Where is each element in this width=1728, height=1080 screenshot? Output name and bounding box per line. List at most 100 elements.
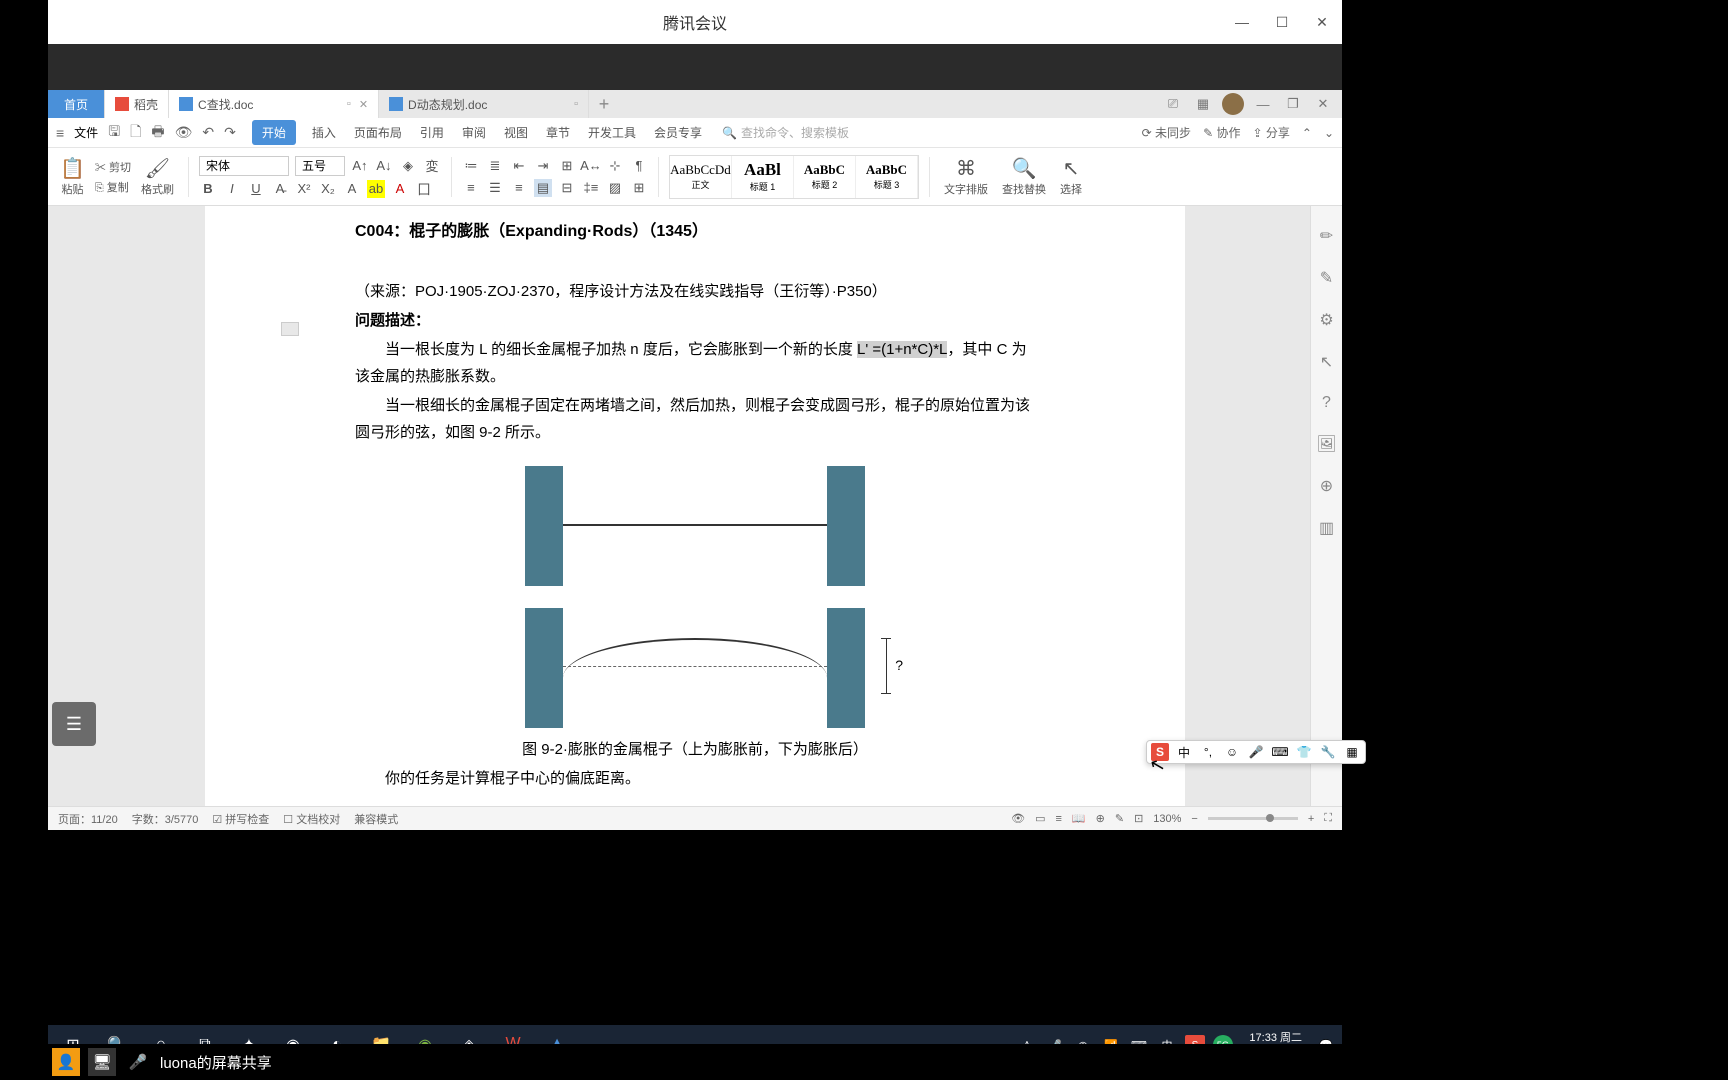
- underline-button[interactable]: U: [247, 180, 265, 198]
- tab-restore-icon[interactable]: ▫: [347, 98, 351, 110]
- number-list-icon[interactable]: ≣: [486, 157, 504, 175]
- sidebar-help-icon[interactable]: ?: [1322, 394, 1331, 412]
- sidebar-pen-icon[interactable]: ✎: [1320, 268, 1333, 288]
- view-write-icon[interactable]: ✎: [1115, 812, 1124, 825]
- word-count[interactable]: 字数：3/5770: [132, 811, 199, 827]
- share-screen-icon[interactable]: 🖥: [88, 1048, 116, 1076]
- tab-doc1[interactable]: C查找.doc ▫ ✕: [169, 90, 379, 118]
- sync-status[interactable]: ⟳ 未同步: [1142, 124, 1191, 141]
- text-layout-group[interactable]: ⌘ 文字排版: [940, 156, 992, 197]
- save-icon[interactable]: 🖫: [108, 121, 120, 145]
- document-page[interactable]: C004：棍子的膨胀（Expanding·Rods）（1345） （来源：POJ…: [205, 206, 1185, 806]
- style-h2[interactable]: AaBbC 标题 2: [794, 156, 856, 198]
- decrease-font-icon[interactable]: A↓: [375, 157, 393, 175]
- menu-tab-chapter[interactable]: 章节: [544, 120, 572, 145]
- compat-mode[interactable]: 兼容模式: [354, 811, 398, 827]
- menu-tab-view[interactable]: 视图: [502, 120, 530, 145]
- ime-skin-icon[interactable]: 👕: [1295, 743, 1313, 761]
- style-normal[interactable]: AaBbCcDd 正文: [670, 156, 732, 198]
- menu-tab-review[interactable]: 审阅: [460, 120, 488, 145]
- view-page-icon[interactable]: ▭: [1035, 812, 1045, 825]
- bold-button[interactable]: B: [199, 180, 217, 198]
- ime-keyboard-icon[interactable]: ⌨: [1271, 743, 1289, 761]
- sidebar-tool-icon[interactable]: ✏: [1320, 226, 1333, 246]
- font-select[interactable]: [199, 156, 289, 176]
- superscript-button[interactable]: X²: [295, 180, 313, 198]
- strike-button[interactable]: A̵: [271, 180, 289, 198]
- tab-icon[interactable]: ⊞: [558, 157, 576, 175]
- border-icon[interactable]: ⊞: [630, 179, 648, 197]
- page-indicator[interactable]: 页面：11/20: [58, 811, 118, 827]
- zoom-value[interactable]: 130%: [1153, 813, 1181, 825]
- search-box[interactable]: 🔍 查找命令、搜索模板: [722, 124, 849, 141]
- menu-tab-dev[interactable]: 开发工具: [586, 120, 638, 145]
- highlight-icon[interactable]: ab: [367, 180, 385, 198]
- phonetic-icon[interactable]: 変: [423, 157, 441, 175]
- copy-button[interactable]: ⎘ 复制: [95, 179, 131, 195]
- share-button[interactable]: ⇪ 分享: [1252, 124, 1289, 141]
- italic-button[interactable]: I: [223, 180, 241, 198]
- find-group[interactable]: 🔍 查找替换: [998, 156, 1050, 197]
- tab-home[interactable]: 首页: [48, 90, 105, 118]
- close-button[interactable]: ✕: [1302, 0, 1342, 44]
- coop-button[interactable]: ✎ 协作: [1203, 124, 1240, 141]
- comment-indicator-icon[interactable]: [281, 322, 299, 336]
- presenter-avatar[interactable]: 👤: [52, 1048, 80, 1076]
- avatar[interactable]: [1222, 93, 1244, 115]
- zoom-out-button[interactable]: −: [1191, 813, 1197, 825]
- size-select[interactable]: [295, 156, 345, 176]
- maximize-button[interactable]: ☐: [1262, 0, 1302, 44]
- tab-daoke[interactable]: 稻壳: [105, 90, 169, 118]
- fullscreen-icon[interactable]: ⛶: [1324, 812, 1332, 825]
- align-justify-icon[interactable]: ▤: [534, 179, 552, 197]
- zoom-slider[interactable]: [1208, 817, 1298, 820]
- style-h3[interactable]: AaBbC 标题 3: [856, 156, 918, 198]
- sidebar-image-icon[interactable]: 🖼: [1316, 434, 1336, 454]
- view-outline-icon[interactable]: ≡: [1056, 813, 1062, 825]
- font-color-icon[interactable]: A: [391, 180, 409, 198]
- tab-restore-icon[interactable]: ▫: [574, 98, 578, 110]
- proofread[interactable]: ☐ 文档校对: [283, 811, 340, 827]
- badge-icon[interactable]: ⎚: [1162, 93, 1184, 115]
- subscript-button[interactable]: X₂: [319, 180, 337, 198]
- tab-close-icon[interactable]: ✕: [359, 98, 368, 111]
- menu-hamburger-icon[interactable]: ≡: [56, 125, 64, 141]
- ime-punct-icon[interactable]: °,: [1199, 743, 1217, 761]
- align-center-icon[interactable]: ☰: [486, 179, 504, 197]
- grid-icon[interactable]: ▦: [1192, 93, 1214, 115]
- sidebar-gear-icon[interactable]: ⊕: [1320, 476, 1333, 496]
- view-read-icon[interactable]: 📖: [1072, 812, 1086, 825]
- tab-doc2[interactable]: D动态规划.doc ▫: [379, 90, 589, 118]
- char-border-icon[interactable]: 囗: [415, 180, 433, 198]
- line-spacing-icon[interactable]: ‡≡: [582, 179, 600, 197]
- redo-icon[interactable]: ↷: [224, 124, 236, 141]
- snap-icon[interactable]: ⊹: [606, 157, 624, 175]
- sidebar-arrow-icon[interactable]: ↖: [1320, 352, 1333, 372]
- select-group[interactable]: ↖ 选择: [1056, 156, 1086, 197]
- sidebar-settings-icon[interactable]: ⚙: [1319, 310, 1333, 330]
- para-mark-icon[interactable]: ¶: [630, 157, 648, 175]
- char-scale-icon[interactable]: A↔: [582, 157, 600, 175]
- menu-tab-insert[interactable]: 插入: [310, 120, 338, 145]
- wps-maximize-button[interactable]: ❐: [1282, 93, 1304, 115]
- wps-close-button[interactable]: ✕: [1312, 93, 1334, 115]
- style-h1[interactable]: AaBl 标题 1: [732, 156, 794, 198]
- ime-mic-icon[interactable]: 🎤: [1247, 743, 1265, 761]
- share-mic-icon[interactable]: 🎤: [124, 1048, 152, 1076]
- bullet-list-icon[interactable]: ≔: [462, 157, 480, 175]
- paste-group[interactable]: 📋 粘贴: [56, 156, 89, 197]
- format-painter-group[interactable]: 🖌 格式刷: [137, 156, 178, 197]
- collapse-ribbon-icon[interactable]: ⌃: [1302, 126, 1312, 140]
- clear-format-icon[interactable]: ◈: [399, 157, 417, 175]
- cut-button[interactable]: ✂ 剪切: [95, 159, 131, 175]
- eye-icon[interactable]: 👁: [1011, 812, 1025, 825]
- sidebar-layer-icon[interactable]: ▥: [1319, 518, 1334, 538]
- undo-icon[interactable]: ↶: [202, 124, 214, 141]
- menu-tab-vip[interactable]: 会员专享: [652, 120, 704, 145]
- distributed-icon[interactable]: ⊟: [558, 179, 576, 197]
- ime-grid-icon[interactable]: ▦: [1343, 743, 1361, 761]
- indent-inc-icon[interactable]: ⇥: [534, 157, 552, 175]
- align-right-icon[interactable]: ≡: [510, 179, 528, 197]
- ime-floating-bar[interactable]: S 中 °, ☺ 🎤 ⌨ 👕 🔧 ▦: [1146, 740, 1366, 764]
- ime-tool-icon[interactable]: 🔧: [1319, 743, 1337, 761]
